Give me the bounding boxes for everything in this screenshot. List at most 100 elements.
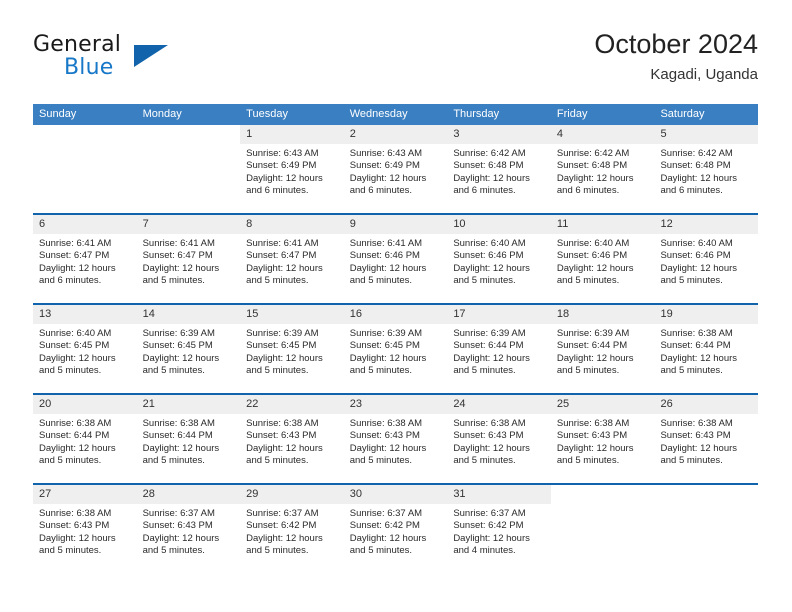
sunset-text: Sunset: 6:44 PM bbox=[39, 430, 110, 442]
day-cell[interactable]: 5 Sunrise: 6:42 AM Sunset: 6:48 PM Daylight… bbox=[654, 125, 759, 213]
day-number: 24 bbox=[447, 395, 551, 414]
day-cell[interactable]: 15 Sunrise: 6:39 AM Sunset: 6:45 PM Dayligh… bbox=[240, 305, 344, 393]
calendar-grid: Sunday Monday Tuesday Wednesday Thursday Frid… bbox=[33, 104, 759, 573]
sunrise-text: Sunrise: 6:40 AM bbox=[660, 238, 733, 249]
day-cell[interactable]: 20 Sunrise: 6:38 AM Sunset: 6:44 PM Dayligh… bbox=[33, 395, 137, 483]
day-sun-info: Sunrise: 6:39 AM Sunset: 6:45 PM Daylight:… bbox=[137, 324, 241, 378]
day-number: 14 bbox=[136, 305, 241, 324]
day-cell[interactable]: 8 Sunrise: 6:41 AM Sunset: 6:47 PM Daylight… bbox=[240, 215, 344, 303]
daylight-text-line2: and 5 minutes. bbox=[660, 365, 723, 377]
daylight-text-line2: and 5 minutes. bbox=[349, 545, 413, 557]
day-sun-info: Sunrise: 6:41 AM Sunset: 6:47 PM Daylight:… bbox=[240, 234, 344, 288]
daylight-text-line2: and 5 minutes. bbox=[453, 365, 516, 377]
logo-text-general: General bbox=[33, 32, 122, 57]
sunrise-text: Sunrise: 6:43 AM bbox=[246, 148, 319, 159]
sunset-text: Sunset: 6:43 PM bbox=[39, 520, 110, 532]
day-number bbox=[551, 485, 655, 504]
day-cell[interactable]: 29 Sunrise: 6:37 AM Sunset: 6:42 PM Dayligh… bbox=[240, 485, 344, 573]
day-sun-info: Sunrise: 6:43 AM Sunset: 6:49 PM Daylight:… bbox=[344, 144, 448, 198]
sunset-text: Sunset: 6:44 PM bbox=[142, 430, 213, 442]
day-cell[interactable]: 9 Sunrise: 6:41 AM Sunset: 6:46 PM Daylight… bbox=[343, 215, 448, 303]
sunset-text: Sunset: 6:43 PM bbox=[349, 430, 420, 442]
day-number: 31 bbox=[447, 485, 551, 504]
day-cell[interactable]: 23 Sunrise: 6:38 AM Sunset: 6:43 PM Dayligh… bbox=[343, 395, 448, 483]
sunset-text: Sunset: 6:43 PM bbox=[246, 430, 317, 442]
day-cell[interactable]: 28 Sunrise: 6:37 AM Sunset: 6:43 PM Dayligh… bbox=[136, 485, 241, 573]
day-cell[interactable]: 13 Sunrise: 6:40 AM Sunset: 6:45 PM Dayligh… bbox=[33, 305, 137, 393]
daylight-text-line2: and 5 minutes. bbox=[39, 455, 102, 467]
day-cell[interactable]: 26 Sunrise: 6:38 AM Sunset: 6:43 PM Dayligh… bbox=[654, 395, 759, 483]
day-cell[interactable]: 22 Sunrise: 6:38 AM Sunset: 6:43 PM Dayligh… bbox=[240, 395, 344, 483]
day-cell[interactable]: 25 Sunrise: 6:38 AM Sunset: 6:43 PM Dayligh… bbox=[550, 395, 655, 483]
day-cell[interactable]: 16 Sunrise: 6:39 AM Sunset: 6:45 PM Dayligh… bbox=[343, 305, 448, 393]
daylight-text-line1: Daylight: 12 hours bbox=[39, 262, 116, 274]
daylight-text-line2: and 6 minutes. bbox=[39, 275, 102, 287]
day-cell[interactable]: 6 Sunrise: 6:41 AM Sunset: 6:47 PM Daylight… bbox=[33, 215, 137, 303]
day-sun-info: Sunrise: 6:43 AM Sunset: 6:49 PM Daylight:… bbox=[240, 144, 344, 198]
day-cell[interactable]: 27 Sunrise: 6:38 AM Sunset: 6:43 PM Dayligh… bbox=[33, 485, 137, 573]
day-number: 29 bbox=[240, 485, 344, 504]
daylight-text-line2: and 5 minutes. bbox=[142, 455, 205, 467]
day-cell[interactable]: 17 Sunrise: 6:39 AM Sunset: 6:44 PM Dayligh… bbox=[447, 305, 551, 393]
daylight-text-line1: Daylight: 12 hours bbox=[453, 532, 530, 544]
calendar-page: General Blue October 2024 Kagadi, Uganda… bbox=[0, 0, 792, 612]
sunrise-text: Sunrise: 6:41 AM bbox=[142, 238, 215, 249]
day-cell[interactable]: 10 Sunrise: 6:40 AM Sunset: 6:46 PM Dayligh… bbox=[447, 215, 551, 303]
daylight-text-line1: Daylight: 12 hours bbox=[453, 172, 530, 184]
day-number: 25 bbox=[550, 395, 655, 414]
day-cell[interactable]: 30 Sunrise: 6:37 AM Sunset: 6:42 PM Dayligh… bbox=[343, 485, 448, 573]
daylight-text-line1: Daylight: 12 hours bbox=[246, 442, 323, 454]
daylight-text-line2: and 5 minutes. bbox=[142, 275, 205, 287]
day-cell[interactable]: 18 Sunrise: 6:39 AM Sunset: 6:44 PM Dayligh… bbox=[550, 305, 655, 393]
day-cell[interactable]: 19 Sunrise: 6:38 AM Sunset: 6:44 PM Dayligh… bbox=[654, 305, 759, 393]
day-cell[interactable]: 11 Sunrise: 6:40 AM Sunset: 6:46 PM Dayligh… bbox=[550, 215, 655, 303]
day-number: 30 bbox=[343, 485, 448, 504]
calendar-week-row: 6 Sunrise: 6:41 AM Sunset: 6:47 PM Daylight… bbox=[33, 213, 759, 303]
day-number: 6 bbox=[33, 215, 137, 234]
day-number: 4 bbox=[550, 125, 655, 144]
general-blue-logo[interactable]: General Blue bbox=[33, 32, 213, 88]
day-sun-info: Sunrise: 6:38 AM Sunset: 6:43 PM Daylight:… bbox=[33, 504, 137, 558]
sunrise-text: Sunrise: 6:38 AM bbox=[39, 418, 112, 429]
daylight-text-line1: Daylight: 12 hours bbox=[349, 262, 427, 274]
day-cell[interactable]: 3 Sunrise: 6:42 AM Sunset: 6:48 PM Daylight… bbox=[447, 125, 551, 213]
day-cell[interactable]: 24 Sunrise: 6:38 AM Sunset: 6:43 PM Dayligh… bbox=[447, 395, 551, 483]
day-sun-info: Sunrise: 6:37 AM Sunset: 6:42 PM Daylight:… bbox=[240, 504, 344, 558]
day-cell[interactable]: 4 Sunrise: 6:42 AM Sunset: 6:48 PM Daylight… bbox=[550, 125, 655, 213]
day-number: 17 bbox=[447, 305, 551, 324]
daylight-text-line1: Daylight: 12 hours bbox=[349, 172, 427, 184]
day-sun-info: Sunrise: 6:38 AM Sunset: 6:43 PM Daylight:… bbox=[240, 414, 344, 468]
day-cell[interactable]: 7 Sunrise: 6:41 AM Sunset: 6:47 PM Daylight… bbox=[136, 215, 241, 303]
day-cell[interactable]: 14 Sunrise: 6:39 AM Sunset: 6:45 PM Dayligh… bbox=[136, 305, 241, 393]
sunset-text: Sunset: 6:43 PM bbox=[660, 430, 731, 442]
day-number bbox=[137, 125, 241, 144]
sunrise-text: Sunrise: 6:38 AM bbox=[453, 418, 526, 429]
daylight-text-line2: and 5 minutes. bbox=[453, 275, 516, 287]
sunrise-text: Sunrise: 6:37 AM bbox=[349, 508, 423, 519]
sunset-text: Sunset: 6:47 PM bbox=[39, 250, 110, 262]
daylight-text-line2: and 5 minutes. bbox=[660, 455, 723, 467]
sunrise-text: Sunrise: 6:41 AM bbox=[39, 238, 112, 249]
day-sun-info: Sunrise: 6:41 AM Sunset: 6:47 PM Daylight:… bbox=[33, 234, 137, 288]
day-number: 18 bbox=[550, 305, 655, 324]
day-cell[interactable]: 2 Sunrise: 6:43 AM Sunset: 6:49 PM Daylight… bbox=[343, 125, 448, 213]
sunset-text: Sunset: 6:43 PM bbox=[556, 430, 628, 442]
day-number: 23 bbox=[343, 395, 448, 414]
weekday-header-thursday: Thursday bbox=[453, 108, 500, 120]
day-cell[interactable]: 12 Sunrise: 6:40 AM Sunset: 6:46 PM Dayligh… bbox=[654, 215, 759, 303]
day-number: 20 bbox=[33, 395, 137, 414]
daylight-text-line1: Daylight: 12 hours bbox=[349, 352, 427, 364]
day-number bbox=[33, 125, 137, 144]
day-cell-empty bbox=[137, 125, 241, 213]
day-cell[interactable]: 31 Sunrise: 6:37 AM Sunset: 6:42 PM Dayligh… bbox=[447, 485, 551, 573]
day-cell[interactable]: 21 Sunrise: 6:38 AM Sunset: 6:44 PM Dayligh… bbox=[136, 395, 241, 483]
day-sun-info: Sunrise: 6:38 AM Sunset: 6:44 PM Daylight:… bbox=[654, 324, 758, 378]
daylight-text-line1: Daylight: 12 hours bbox=[246, 262, 323, 274]
daylight-text-line1: Daylight: 12 hours bbox=[556, 262, 634, 274]
weekday-header-wednesday: Wednesday bbox=[349, 108, 408, 120]
day-sun-info: Sunrise: 6:40 AM Sunset: 6:45 PM Daylight:… bbox=[33, 324, 137, 378]
day-cell[interactable]: 1 Sunrise: 6:43 AM Sunset: 6:49 PM Daylight… bbox=[240, 125, 344, 213]
weekday-header-monday: Monday bbox=[142, 108, 182, 120]
logo-text-blue: Blue bbox=[64, 55, 114, 80]
sunrise-text: Sunrise: 6:39 AM bbox=[349, 328, 423, 339]
